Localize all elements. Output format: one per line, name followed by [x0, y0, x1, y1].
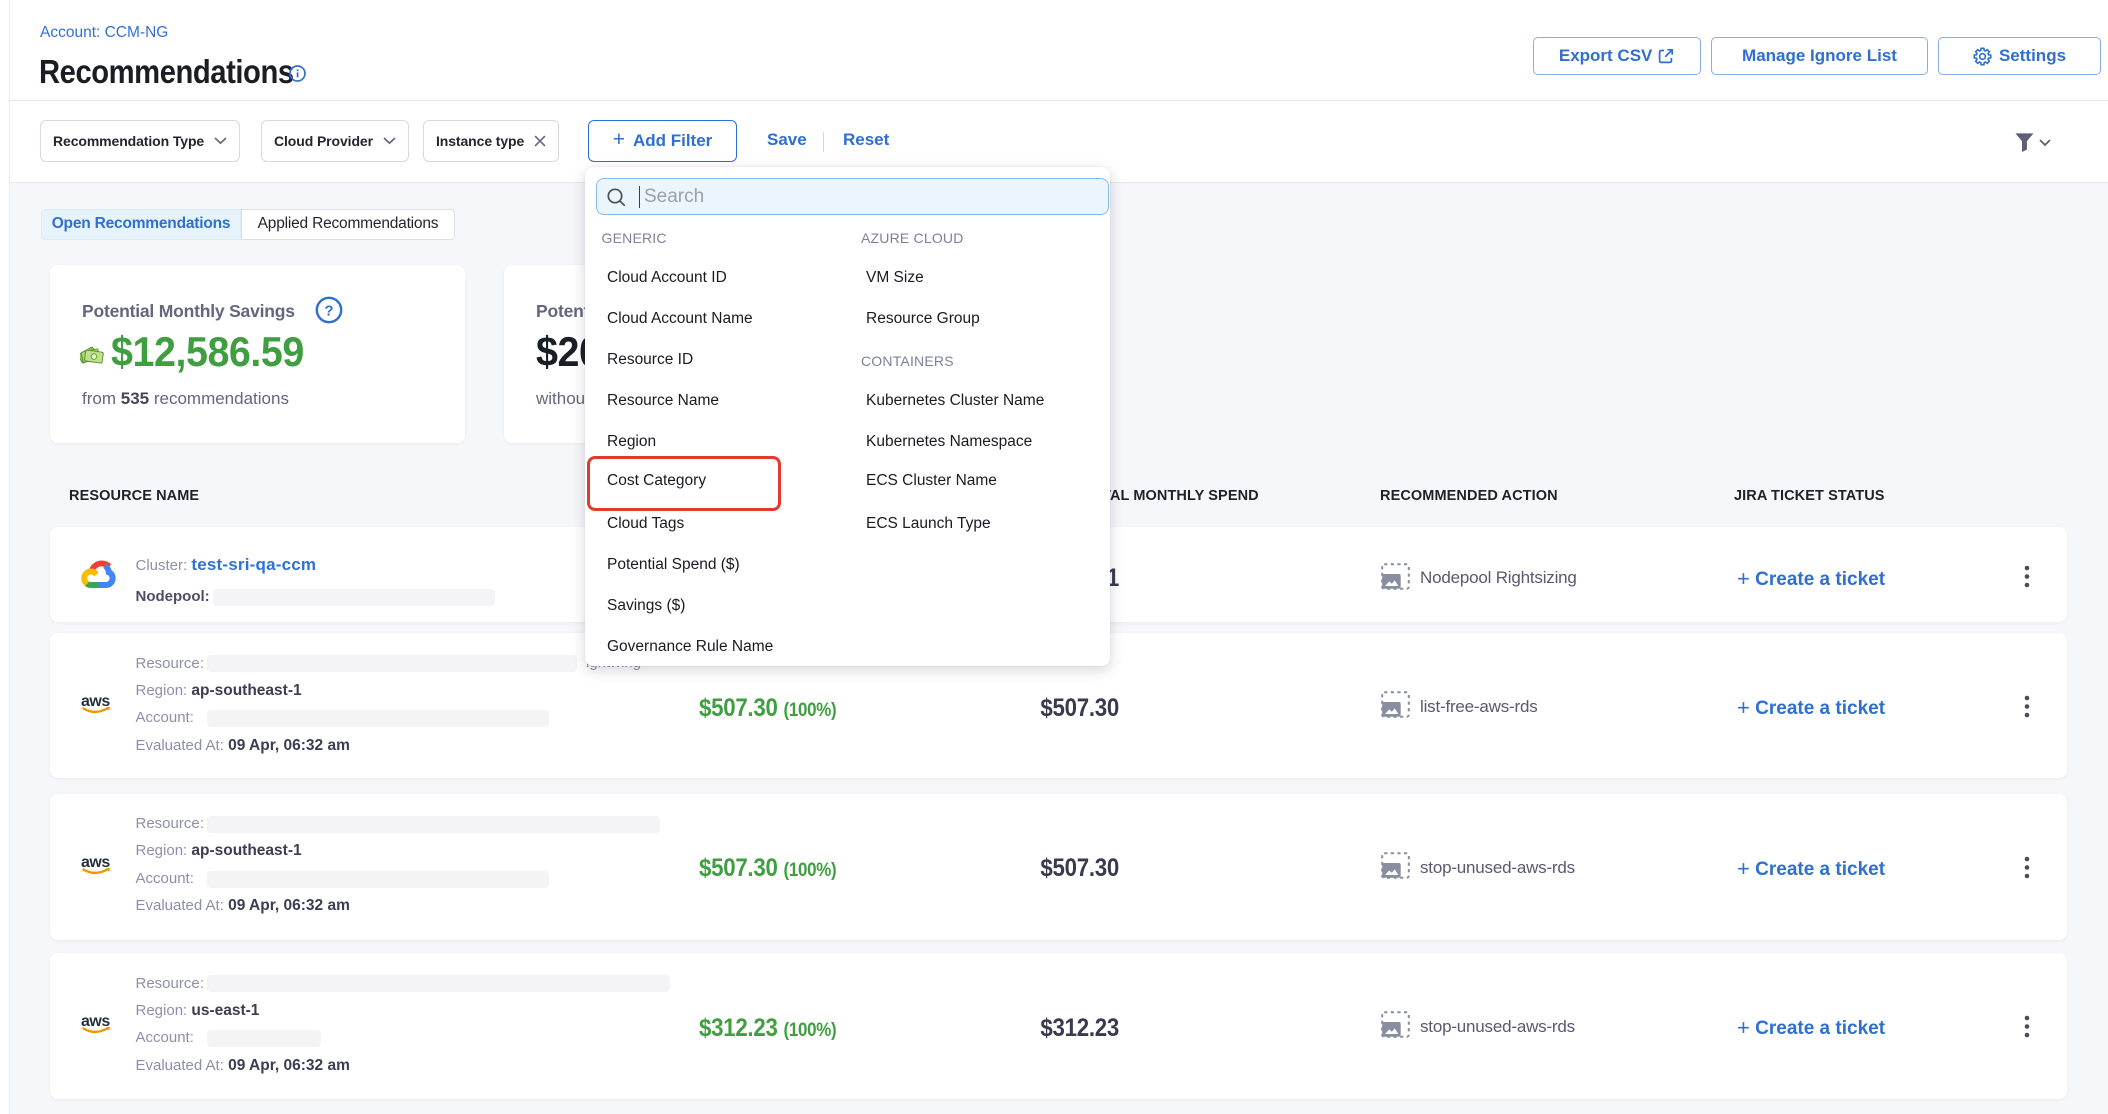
svg-text:aws: aws	[81, 693, 110, 710]
svg-text:aws: aws	[81, 1013, 110, 1030]
svg-text:?: ?	[324, 303, 333, 320]
svg-text:aws: aws	[81, 854, 110, 871]
